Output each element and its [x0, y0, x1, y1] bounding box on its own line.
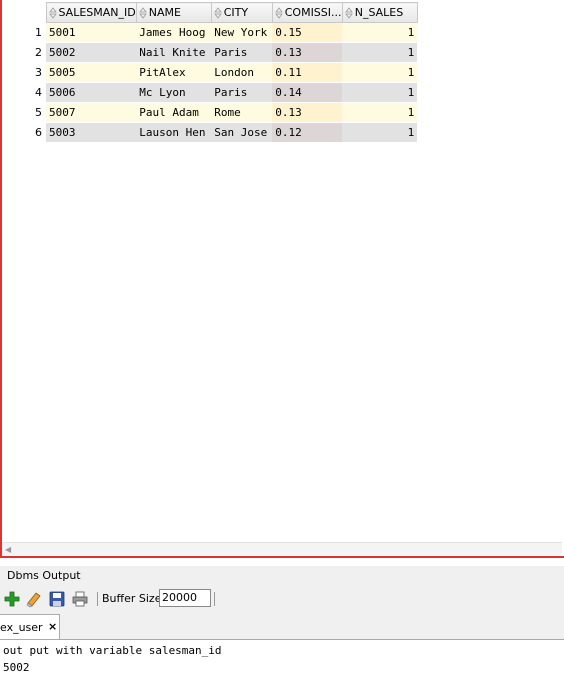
cell-commission[interactable]: 0.14: [272, 82, 343, 103]
cell-name[interactable]: Nail Knite: [136, 42, 212, 63]
table-row[interactable]: 6 5003 Lauson Hen San Jose 0.12 1: [2, 122, 418, 143]
tab-label: ex_user: [0, 621, 43, 634]
connection-tabs: ex_user ×: [0, 612, 564, 640]
cell-salesman-id[interactable]: 5002: [46, 42, 137, 63]
toolbar-separator: [214, 592, 215, 606]
cell-n-sales[interactable]: 1: [342, 22, 418, 43]
dbms-output-text[interactable]: out put with variable salesman_id 5002: [0, 640, 564, 674]
print-icon[interactable]: [71, 590, 89, 608]
output-line: 5002: [3, 661, 30, 674]
panel-border-bottom: [0, 556, 564, 558]
row-number: 4: [2, 82, 46, 103]
panel-border-left: [0, 0, 2, 556]
column-header-label: COMISSI...: [284, 6, 342, 19]
row-number: 5: [2, 102, 46, 123]
column-header-city[interactable]: CITY: [210, 2, 273, 23]
cell-city[interactable]: New York: [211, 22, 273, 43]
cell-n-sales[interactable]: 1: [342, 122, 418, 143]
cell-salesman-id[interactable]: 5003: [46, 122, 137, 143]
dbms-output-toolbar: Buffer Size: 20000: [0, 586, 564, 612]
cell-city[interactable]: London: [211, 62, 273, 83]
cell-name[interactable]: Paul Adam: [136, 102, 212, 123]
eraser-icon[interactable]: [25, 590, 43, 608]
cell-n-sales[interactable]: 1: [342, 102, 418, 123]
cell-city[interactable]: Paris: [211, 82, 273, 103]
cell-name[interactable]: Mc Lyon: [136, 82, 212, 103]
scroll-left-icon[interactable]: ◀: [5, 545, 11, 554]
close-icon[interactable]: ×: [48, 620, 57, 633]
column-header-name[interactable]: NAME: [135, 2, 212, 23]
cell-name[interactable]: James Hoog: [136, 22, 212, 43]
cell-commission[interactable]: 0.15: [272, 22, 343, 43]
column-header-salesman-id[interactable]: SALESMAN_ID: [45, 2, 137, 23]
column-header-label: NAME: [148, 6, 181, 19]
cell-name[interactable]: PitAlex: [136, 62, 212, 83]
save-icon[interactable]: [48, 590, 66, 608]
table-row[interactable]: 3 5005 PitAlex London 0.11 1: [2, 62, 418, 83]
table-row[interactable]: 2 5002 Nail Knite Paris 0.13 1: [2, 42, 418, 63]
row-number: 2: [2, 42, 46, 63]
cell-commission[interactable]: 0.11: [272, 62, 343, 83]
header-row: SALESMAN_ID NAME CITY COMISSI... N_SALES: [2, 2, 418, 23]
buffer-size-label: Buffer Size:: [102, 592, 166, 605]
output-line: out put with variable salesman_id: [3, 644, 222, 657]
horizontal-scrollbar[interactable]: ◀: [2, 542, 562, 555]
dbms-output-panel-title: Dbms Output: [0, 566, 564, 586]
cell-n-sales[interactable]: 1: [342, 82, 418, 103]
table-row[interactable]: 1 5001 James Hoog New York 0.15 1: [2, 22, 418, 43]
column-header-n-sales[interactable]: N_SALES: [341, 2, 418, 23]
sort-icon: [48, 7, 57, 19]
cell-name[interactable]: Lauson Hen: [136, 122, 212, 143]
buffer-size-input[interactable]: 20000: [159, 589, 211, 607]
toolbar-separator: [97, 592, 98, 606]
plus-icon[interactable]: [3, 590, 21, 608]
row-number: 1: [2, 22, 46, 43]
cell-n-sales[interactable]: 1: [342, 42, 418, 63]
cell-salesman-id[interactable]: 5006: [46, 82, 137, 103]
tab-ex-user[interactable]: ex_user ×: [0, 614, 60, 639]
cell-salesman-id[interactable]: 5001: [46, 22, 137, 43]
cell-city[interactable]: Rome: [211, 102, 273, 123]
cell-commission[interactable]: 0.13: [272, 102, 343, 123]
row-number: 3: [2, 62, 46, 83]
column-header-label: CITY: [223, 6, 249, 19]
sort-icon: [344, 7, 353, 19]
cell-n-sales[interactable]: 1: [342, 62, 418, 83]
cell-city[interactable]: San Jose: [211, 122, 273, 143]
cell-city[interactable]: Paris: [211, 42, 273, 63]
results-table: SALESMAN_ID NAME CITY COMISSI... N_SALES…: [2, 2, 418, 143]
row-number-header: [2, 2, 46, 23]
column-header-label: SALESMAN_ID: [58, 6, 136, 19]
sort-icon: [274, 7, 283, 19]
query-results-grid: SALESMAN_ID NAME CITY COMISSI... N_SALES…: [0, 0, 564, 558]
sort-icon: [213, 7, 222, 19]
panel-title-label: Dbms Output: [7, 569, 81, 582]
cell-commission[interactable]: 0.13: [272, 42, 343, 63]
cell-salesman-id[interactable]: 5007: [46, 102, 137, 123]
table-row[interactable]: 4 5006 Mc Lyon Paris 0.14 1: [2, 82, 418, 103]
cell-commission[interactable]: 0.12: [272, 122, 343, 143]
sort-icon: [138, 7, 147, 19]
column-header-label: N_SALES: [354, 6, 404, 19]
table-row[interactable]: 5 5007 Paul Adam Rome 0.13 1: [2, 102, 418, 123]
column-header-commission[interactable]: COMISSI...: [271, 2, 343, 23]
cell-salesman-id[interactable]: 5005: [46, 62, 137, 83]
row-number: 6: [2, 122, 46, 143]
